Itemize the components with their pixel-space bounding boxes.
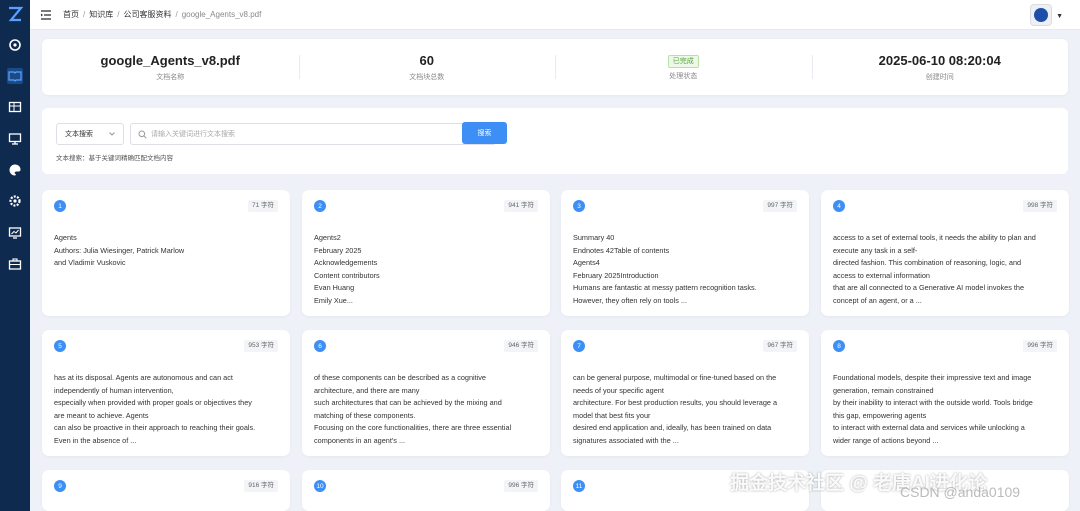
chunk-text: Agents Authors: Julia Wiesinger, Patrick… [54,233,185,268]
chunk-text: has at its disposal. Agents are autonomo… [54,373,256,445]
chunk-number: 5 [54,340,66,352]
chunk-char-count: 953 字符 [244,340,278,352]
status-badge: 已完成 [667,55,699,68]
chunk-number: 7 [573,340,585,352]
breadcrumb-separator: / [83,10,86,19]
analytics-icon[interactable] [7,225,23,241]
chunk-char-count: 996 字符 [1023,340,1057,352]
search-icon [138,130,147,139]
chunk-card[interactable]: 5 953 字符 has at its disposal. Agents are… [42,330,290,456]
chunk-text: of these components can be described as … [314,373,512,445]
search-type-select[interactable]: 文本搜索 [56,123,124,145]
document-stats-card: google_Agents_v8.pdf 文档名称 60 文档块总数 已完成 处… [42,39,1068,95]
knowledge-base-icon[interactable] [7,68,23,84]
palette-icon[interactable] [7,162,23,178]
breadcrumb-home[interactable]: 首页 [63,9,79,20]
chunk-card[interactable]: 8 996 字符 Foundational models, despite th… [821,330,1069,456]
breadcrumb-current: google_Agents_v8.pdf [181,10,262,19]
search-panel: 文本搜索 请输入关键词进行文本搜索 搜索 文本搜索：基于关键词精确匹配文档内容 [42,108,1068,174]
chunk-card[interactable]: 10 996 字符 [302,470,550,511]
chunk-char-count: 946 字符 [504,340,538,352]
chunk-card[interactable]: 3 997 字符 Summary 40 Endnotes 42Table of … [561,190,809,316]
chunk-card[interactable]: 4 998 字符 access to a set of external too… [821,190,1069,316]
chunk-number: 2 [314,200,326,212]
created-time-label: 创建时间 [925,73,954,81]
chunk-card[interactable]: 2 941 字符 Agents2 February 2025 Acknowled… [302,190,550,316]
briefcase-icon[interactable] [7,256,23,272]
watermark-csdn: CSDN @anda0109 [900,484,1021,500]
table-icon[interactable] [7,99,23,115]
caret-down-icon[interactable]: ▼ [1056,13,1063,20]
chunk-count-label: 文档块总数 [409,73,445,81]
chunk-text: Agents2 February 2025 Acknowledgements C… [314,233,380,305]
chunk-number: 3 [573,200,585,212]
chunk-char-count: 998 字符 [1023,200,1057,212]
stat-status: 已完成 处理状态 [555,39,812,95]
chunk-text: Summary 40 Endnotes 42Table of contents … [573,233,757,305]
dashboard-icon[interactable] [7,37,23,53]
chunk-char-count: 997 字符 [763,200,797,212]
menu-toggle-icon[interactable] [40,8,52,20]
search-hint: 文本搜索：基于关键词精确匹配文档内容 [56,155,173,162]
chunk-char-count: 996 字符 [504,480,538,492]
chunk-number: 6 [314,340,326,352]
document-name-label: 文档名称 [156,73,185,81]
breadcrumb-separator: / [117,10,120,19]
chunk-number: 10 [314,480,326,492]
chevron-down-icon [109,132,115,136]
search-input[interactable]: 请输入关键词进行文本搜索 [130,123,496,145]
chunk-char-count: 71 字符 [247,200,278,212]
chunk-char-count: 967 字符 [763,340,797,352]
chunk-number: 11 [573,480,585,492]
chunk-number: 9 [54,480,66,492]
chunk-text: access to a set of external tools, it ne… [833,233,1036,305]
search-button[interactable]: 搜索 [462,122,507,144]
monitor-icon[interactable] [7,131,23,147]
created-time: 2025-06-10 08:20:04 [878,52,1001,68]
chunk-card[interactable]: 6 946 字符 of these components can be desc… [302,330,550,456]
breadcrumb-separator: / [175,10,178,19]
search-type-value: 文本搜索 [65,131,93,138]
chunk-char-count: 916 字符 [244,480,278,492]
breadcrumb-collection[interactable]: 公司客服资料 [123,9,171,20]
stat-document-name: google_Agents_v8.pdf 文档名称 [42,39,299,95]
breadcrumb-knowledge-base[interactable]: 知识库 [89,9,113,20]
search-placeholder: 请输入关键词进行文本搜索 [151,131,235,138]
chunk-number: 8 [833,340,845,352]
chunk-number: 4 [833,200,845,212]
chunk-card[interactable]: 9 916 字符 [42,470,290,511]
chunk-card[interactable]: 7 967 字符 can be general purpose, multimo… [561,330,809,456]
chunk-char-count: 941 字符 [504,200,538,212]
stat-chunk-count: 60 文档块总数 [298,39,556,95]
sidebar [0,0,30,511]
app-logo [6,5,24,23]
top-bar: 首页 / 知识库 / 公司客服资料 / google_Agents_v8.pdf… [30,0,1080,30]
chunk-text: can be general purpose, multimodal or fi… [573,373,778,445]
chunk-number: 1 [54,200,66,212]
stat-created-time: 2025-06-10 08:20:04 创建时间 [811,39,1069,95]
chunk-count: 60 [419,52,434,68]
chunk-card[interactable]: 1 71 字符 Agents Authors: Julia Wiesinger,… [42,190,290,316]
breadcrumb: 首页 / 知识库 / 公司客服资料 / google_Agents_v8.pdf [63,9,261,20]
status-label: 处理状态 [669,73,698,80]
document-name: google_Agents_v8.pdf [100,52,240,68]
user-avatar[interactable] [1030,4,1052,26]
settings-icon[interactable] [7,193,23,209]
chunk-text: Foundational models, despite their impre… [833,373,1033,445]
